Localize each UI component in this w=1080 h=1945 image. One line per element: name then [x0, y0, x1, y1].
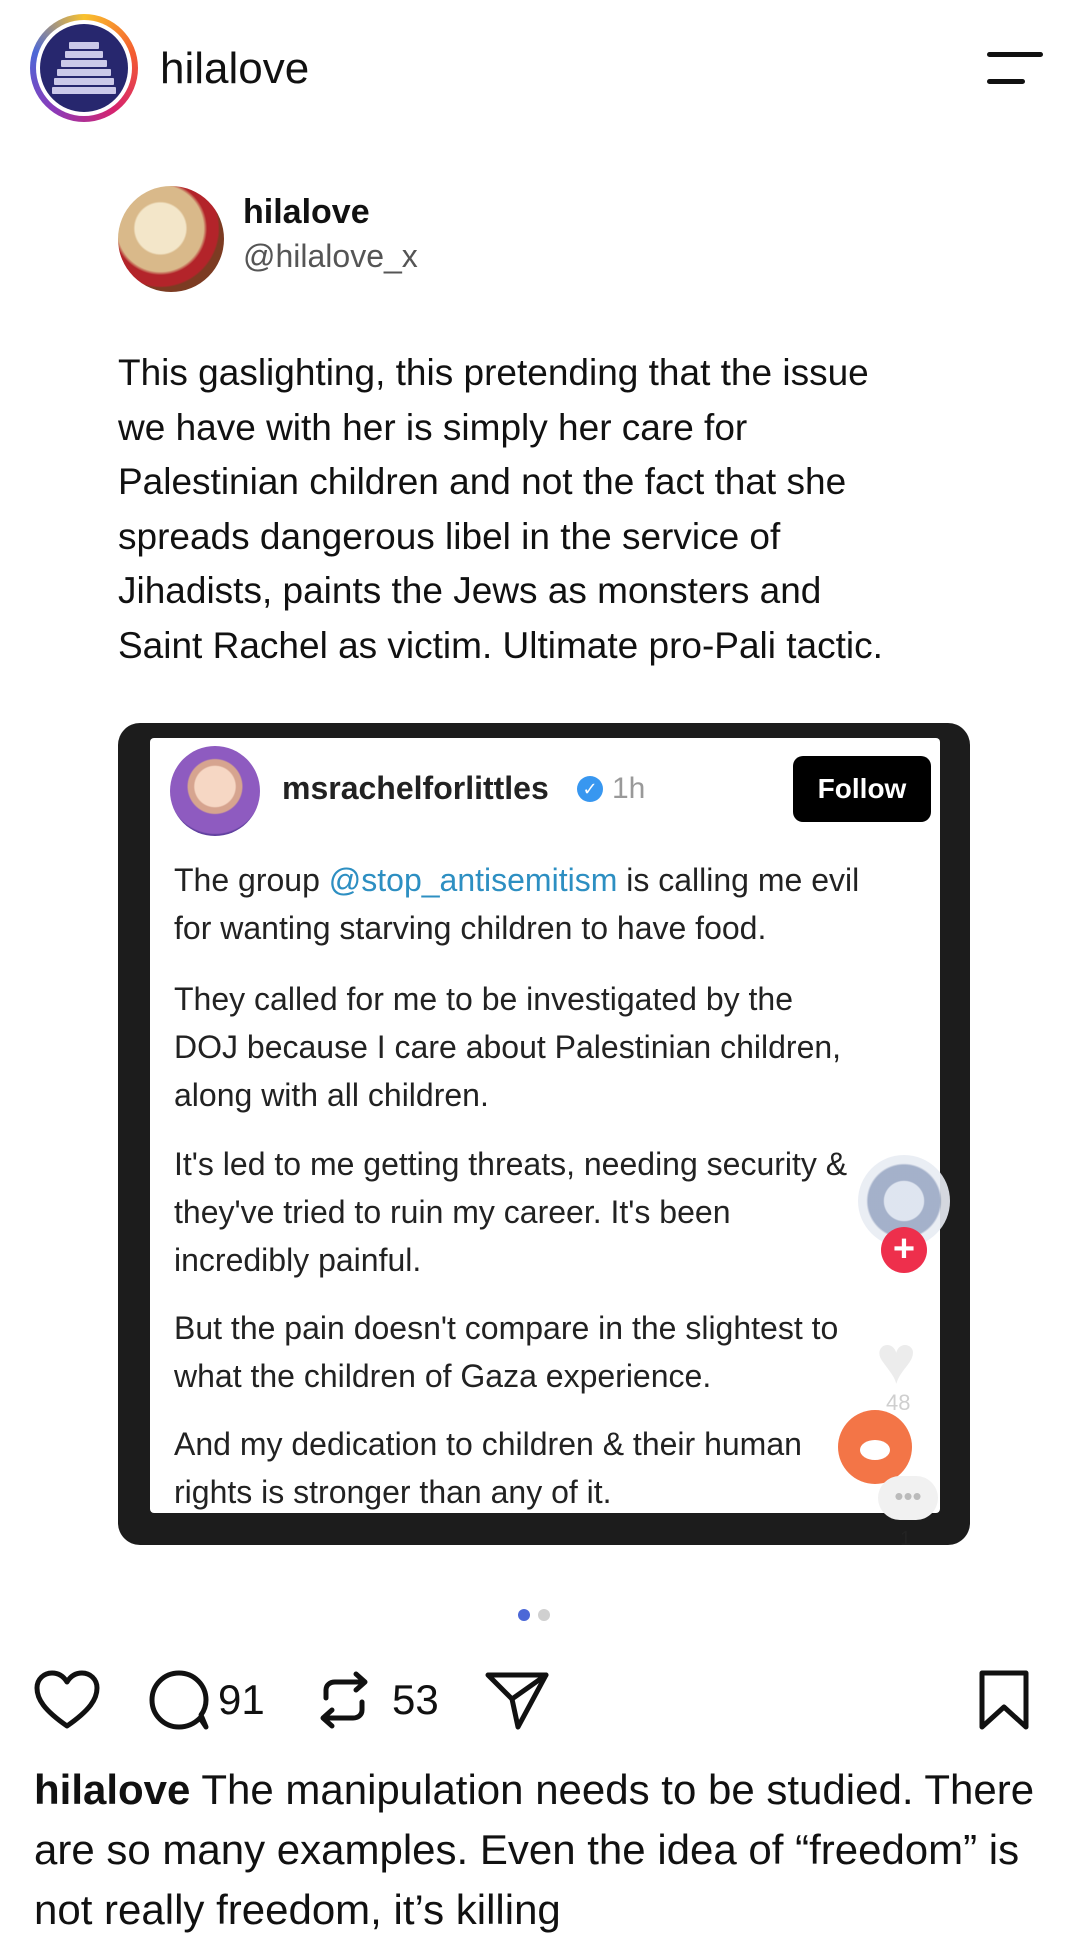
overlay-comment-count: 1: [900, 1528, 912, 1550]
overlay-comment-icon: •••: [878, 1476, 938, 1520]
profile-avatar[interactable]: [30, 14, 138, 122]
tweet-display-name: hilalove: [243, 193, 370, 231]
carousel-indicator: [518, 1608, 558, 1626]
repost-button[interactable]: 53: [314, 1655, 439, 1745]
menu-icon[interactable]: [985, 48, 1045, 88]
tweet-avatar: [118, 186, 224, 292]
avatar-image: [40, 24, 128, 112]
bookmark-icon: [979, 1670, 1029, 1730]
repost-count: 53: [392, 1676, 439, 1723]
share-button[interactable]: [484, 1655, 550, 1745]
verified-badge-icon: ✓: [577, 776, 603, 802]
repost-icon: [320, 1671, 368, 1729]
embedded-avatar: [170, 746, 260, 836]
embedded-username: msrachelforlittles: [282, 770, 549, 806]
comment-icon: [149, 1670, 209, 1730]
embedded-paragraph-4: But the pain doesn't compare in the slig…: [174, 1310, 839, 1394]
header-username[interactable]: hilalove: [160, 44, 309, 94]
tweet-handle: @hilalove_x: [243, 238, 418, 274]
embedded-time: 1h: [612, 772, 646, 805]
post-header: hilalove: [0, 0, 1080, 140]
mention-link: @stop_antisemitism: [328, 862, 618, 898]
embedded-paragraph-3: It's led to me getting threats, needing …: [174, 1146, 848, 1278]
comment-count: 91: [218, 1676, 265, 1723]
post-caption: hilalove The manipulation needs to be st…: [34, 1760, 1044, 1940]
embedded-paragraph-2: They called for me to be investigated by…: [174, 981, 842, 1113]
embedded-paragraph-5: And my dedication to children & their hu…: [174, 1426, 802, 1510]
share-icon: [485, 1672, 549, 1730]
carousel-dot: [538, 1609, 550, 1621]
caption-username[interactable]: hilalove: [34, 1766, 190, 1813]
heart-icon: [34, 1670, 100, 1729]
like-button[interactable]: [34, 1655, 100, 1745]
carousel-dot-active: [518, 1609, 530, 1621]
save-button[interactable]: [978, 1655, 1030, 1745]
comment-button[interactable]: 91: [148, 1655, 265, 1745]
overlay-heart-icon: ♥: [876, 1322, 917, 1398]
action-bar: 91 53: [0, 1655, 1080, 1745]
follow-button: Follow: [793, 756, 931, 822]
reddit-icon: [838, 1410, 912, 1484]
embedded-paragraph-1: The group @stop_antisemitism is calling …: [174, 862, 860, 946]
plus-badge-icon: +: [881, 1227, 927, 1273]
tweet-text: This gaslighting, this pretending that t…: [118, 352, 883, 666]
